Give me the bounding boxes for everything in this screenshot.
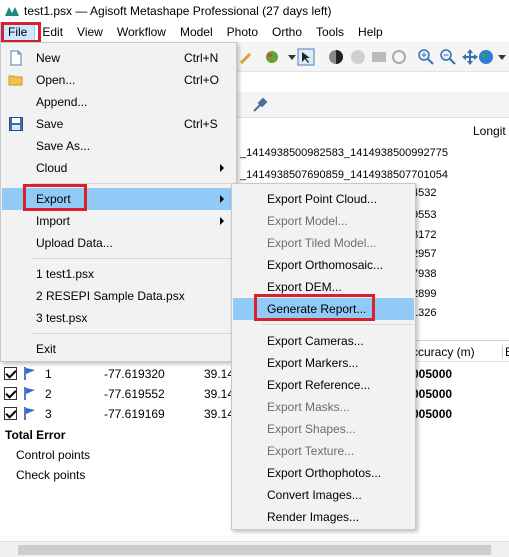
menu-item-recent-3[interactable]: 3 test.psx	[2, 307, 236, 329]
scrollbar-thumb[interactable]	[18, 545, 491, 555]
camera-label-line: _1414938507690859_1414938507701054	[240, 169, 449, 181]
marker-label: 1	[45, 367, 52, 381]
menu-separator	[31, 183, 235, 184]
error-column-header: E	[502, 345, 509, 359]
export-dem-item[interactable]: Export DEM...	[233, 276, 414, 298]
export-masks-item: Export Masks...	[267, 400, 350, 414]
export-shapes-item: Export Shapes...	[267, 422, 356, 436]
export-point-cloud-item[interactable]: Export Point Cloud...	[233, 188, 414, 210]
export-submenu: Export Point Cloud... Export Model... Ex…	[231, 183, 416, 530]
marker-latitude: 39.14	[204, 407, 235, 421]
menu-view[interactable]: View	[70, 22, 110, 42]
marker-checkbox[interactable]	[4, 407, 17, 420]
export-texture-item: Export Texture...	[267, 444, 355, 458]
menu-workflow[interactable]: Workflow	[110, 22, 173, 42]
menu-item-import[interactable]: Import	[2, 210, 236, 232]
menu-photo[interactable]: Photo	[220, 22, 265, 42]
render-images-item[interactable]: Render Images...	[233, 506, 414, 528]
convert-images-item[interactable]: Convert Images...	[233, 484, 414, 506]
flag-icon	[24, 367, 35, 380]
export-orthomosaic-item[interactable]: Export Orthomosaic...	[233, 254, 414, 276]
generate-report-item[interactable]: Generate Report...	[233, 298, 414, 320]
menu-item-export[interactable]: Export	[2, 188, 236, 210]
longitude-column-header: Longit	[473, 124, 506, 138]
total-error-label: Total Error	[5, 428, 66, 442]
marker-longitude: -77.619320	[104, 367, 165, 381]
marker-checkbox[interactable]	[4, 387, 17, 400]
menu-separator	[31, 258, 235, 259]
menu-item-cloud[interactable]: Cloud	[2, 157, 236, 179]
marker-accuracy: 005000	[412, 387, 453, 401]
flag-icon	[24, 387, 35, 400]
accuracy-column-header: ccuracy (m)	[412, 345, 475, 359]
control-points-label: Control points	[16, 448, 91, 462]
flag-icon	[24, 407, 35, 420]
dropdown-arrow-icon[interactable]	[493, 48, 509, 66]
main-toolbar	[237, 42, 509, 72]
menu-item-open[interactable]: Open... Ctrl+O	[2, 69, 236, 91]
export-reference-item[interactable]: Export Reference...	[233, 374, 414, 396]
marker-accuracy: 005000	[412, 407, 453, 421]
menu-separator	[262, 324, 412, 325]
export-markers-item[interactable]: Export Markers...	[233, 352, 414, 374]
submenu-arrow-icon	[220, 217, 224, 225]
marker-accuracy: 005000	[412, 367, 453, 381]
export-tiled-model-item: Export Tiled Model...	[267, 236, 377, 250]
menu-item-append[interactable]: Append...	[2, 91, 236, 113]
menu-help[interactable]: Help	[351, 22, 390, 42]
metashape-logo-icon	[5, 7, 19, 16]
marker-label: 2	[45, 387, 52, 401]
select-mode-icon[interactable]	[297, 48, 315, 66]
paint-icon[interactable]	[263, 48, 281, 66]
save-icon	[9, 117, 23, 131]
menu-ortho[interactable]: Ortho	[265, 22, 309, 42]
menu-file[interactable]: File	[0, 22, 36, 42]
file-menu: New Ctrl+N Open... Ctrl+O Append... Save…	[0, 42, 237, 362]
tools-icon[interactable]	[251, 96, 269, 114]
menu-separator	[31, 333, 235, 334]
submenu-arrow-icon	[220, 195, 224, 203]
marker-latitude: 39.14	[204, 387, 235, 401]
marker-longitude: -77.619552	[104, 387, 165, 401]
menu-item-save[interactable]: Save Ctrl+S	[2, 113, 236, 135]
export-model-item: Export Model...	[267, 214, 348, 228]
new-file-icon	[10, 50, 22, 66]
open-folder-icon	[8, 75, 23, 86]
menu-item-recent-1[interactable]: 1 test1.psx	[2, 263, 236, 285]
menu-item-new[interactable]: New Ctrl+N	[2, 47, 236, 69]
menu-item-exit[interactable]: Exit	[2, 338, 236, 360]
pane-toolbar	[237, 92, 509, 118]
globe-icon[interactable]	[349, 48, 367, 66]
export-orthophotos-item[interactable]: Export Orthophotos...	[233, 462, 414, 484]
submenu-arrow-icon	[220, 164, 224, 172]
menu-bar: File Edit View Workflow Model Photo Orth…	[0, 22, 509, 42]
marker-checkbox[interactable]	[4, 367, 17, 380]
refresh-icon[interactable]	[390, 48, 408, 66]
shading-icon[interactable]	[327, 48, 345, 66]
menu-model[interactable]: Model	[173, 22, 220, 42]
zoom-out-icon[interactable]	[439, 48, 457, 66]
marker-label: 3	[45, 407, 52, 421]
images-icon[interactable]	[370, 48, 388, 66]
zoom-in-icon[interactable]	[417, 48, 435, 66]
title-bar: test1.psx — Agisoft Metashape Profession…	[0, 0, 509, 22]
menu-edit[interactable]: Edit	[35, 22, 70, 42]
camera-label-line: _1414938500982583_1414938500992775	[240, 147, 449, 159]
menu-item-upload-data[interactable]: Upload Data...	[2, 232, 236, 254]
menu-item-recent-2[interactable]: 2 RESEPI Sample Data.psx	[2, 285, 236, 307]
window-title: test1.psx — Agisoft Metashape Profession…	[24, 4, 332, 18]
marker-latitude: 39.14	[204, 367, 235, 381]
marker-longitude: -77.619169	[104, 407, 165, 421]
pencil-icon[interactable]	[237, 48, 255, 66]
check-points-label: Check points	[16, 468, 86, 482]
horizontal-scrollbar[interactable]	[0, 541, 509, 557]
export-cameras-item[interactable]: Export Cameras...	[233, 330, 414, 352]
menu-item-save-as[interactable]: Save As...	[2, 135, 236, 157]
menu-tools[interactable]: Tools	[309, 22, 351, 42]
